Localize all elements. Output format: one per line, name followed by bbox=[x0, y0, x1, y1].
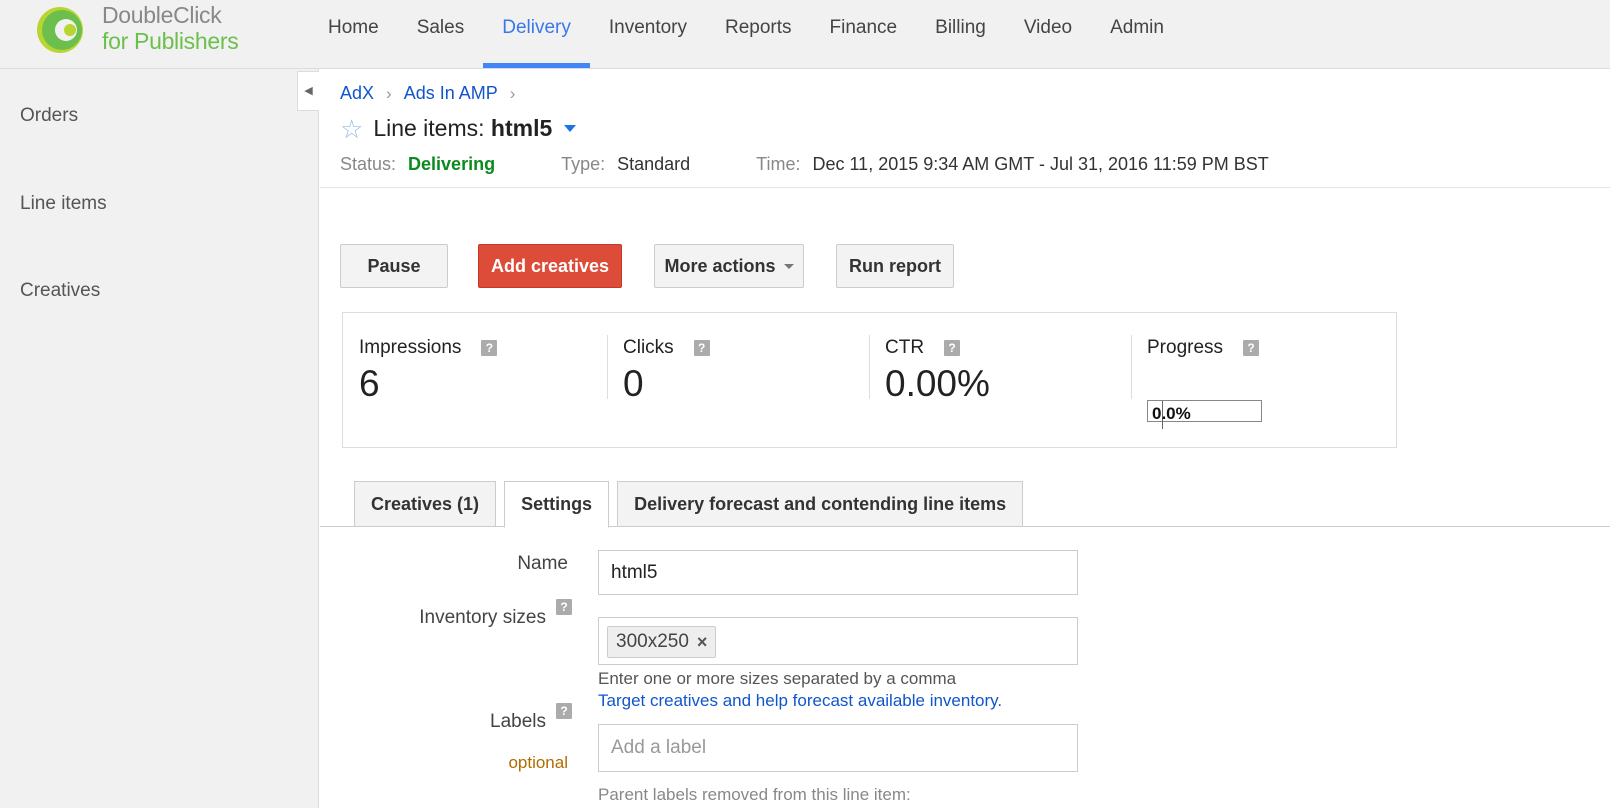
more-actions-label: More actions bbox=[664, 255, 776, 276]
size-chip-label: 300x250 bbox=[616, 631, 689, 652]
main-nav: Home Sales Delivery Inventory Reports Fi… bbox=[309, 0, 1183, 68]
nav-reports[interactable]: Reports bbox=[706, 0, 811, 68]
breadcrumb-separator: › bbox=[386, 83, 392, 103]
progress-value: 0.0% bbox=[1152, 404, 1191, 423]
app-logo[interactable]: DoubleClick for Publishers bbox=[30, 2, 270, 58]
ctr-label: CTR bbox=[885, 337, 925, 358]
labels-label: Labels ? bbox=[440, 703, 572, 733]
nav-billing[interactable]: Billing bbox=[916, 0, 1005, 68]
nav-sales[interactable]: Sales bbox=[398, 0, 484, 68]
breadcrumb-ads-in-amp[interactable]: Ads In AMP bbox=[404, 83, 498, 104]
run-report-button[interactable]: Run report bbox=[836, 244, 954, 288]
top-bar: DoubleClick for Publishers Home Sales De… bbox=[0, 0, 1610, 69]
title-name: html5 bbox=[490, 115, 553, 141]
stat-clicks: Clicks? 0 bbox=[607, 313, 869, 449]
impressions-value: 6 bbox=[359, 363, 380, 404]
title-prefix: Line items: bbox=[373, 115, 485, 141]
stat-impressions: Impressions? 6 bbox=[343, 313, 607, 449]
impressions-label: Impressions bbox=[359, 337, 462, 358]
name-label: Name bbox=[517, 553, 568, 574]
stats-panel: Impressions? 6 Clicks? 0 CTR? 0.00% Prog… bbox=[342, 312, 1397, 448]
inventory-sizes-field[interactable]: 300x250 × bbox=[598, 617, 1078, 665]
breadcrumb-separator: › bbox=[509, 83, 516, 103]
header-divider bbox=[320, 187, 1610, 188]
chevron-left-icon: ◀ bbox=[304, 85, 313, 97]
stat-ctr: CTR? 0.00% bbox=[869, 313, 1131, 449]
page-title-row: ☆ Line items: html5 bbox=[340, 115, 577, 142]
star-icon[interactable]: ☆ bbox=[340, 116, 363, 142]
logo-text: DoubleClick for Publishers bbox=[102, 2, 239, 54]
sidebar-collapse-button[interactable]: ◀ bbox=[297, 71, 319, 111]
sidebar-item-orders[interactable]: Orders bbox=[20, 105, 78, 127]
nav-delivery[interactable]: Delivery bbox=[483, 0, 590, 68]
nav-finance[interactable]: Finance bbox=[811, 0, 917, 68]
labels-text: Labels bbox=[490, 711, 546, 732]
breadcrumb: AdX › Ads In AMP › bbox=[340, 83, 527, 104]
inventory-sizes-hint: Enter one or more sizes separated by a c… bbox=[598, 669, 957, 688]
nav-home[interactable]: Home bbox=[309, 0, 398, 68]
title-dropdown-caret-icon[interactable] bbox=[564, 125, 577, 132]
labels-input[interactable] bbox=[598, 724, 1078, 772]
type-label: Type: bbox=[561, 154, 606, 174]
sidebar-item-creatives[interactable]: Creatives bbox=[20, 280, 100, 302]
size-chip: 300x250 × bbox=[607, 626, 717, 658]
stat-progress: Progress? 0.0% bbox=[1131, 313, 1396, 449]
name-input[interactable] bbox=[598, 550, 1078, 595]
nav-video[interactable]: Video bbox=[1005, 0, 1091, 68]
sidebar: Orders Line items Creatives bbox=[0, 69, 319, 808]
inventory-sizes-help-link[interactable]: Target creatives and help forecast avail… bbox=[598, 691, 1002, 711]
pause-button[interactable]: Pause bbox=[340, 244, 448, 288]
logo-line2: for Publishers bbox=[102, 28, 239, 54]
type-value: Standard bbox=[617, 154, 691, 174]
tab-creatives[interactable]: Creatives (1) bbox=[354, 481, 497, 527]
doubleclick-logo-icon bbox=[37, 7, 83, 53]
breadcrumb-adx[interactable]: AdX bbox=[340, 83, 374, 104]
sidebar-item-line-items[interactable]: Line items bbox=[20, 193, 107, 215]
time-value: Dec 11, 2015 9:34 AM GMT - Jul 31, 2016 … bbox=[812, 154, 1269, 174]
labels-optional-tag: optional bbox=[508, 753, 568, 772]
ctr-value: 0.00% bbox=[885, 363, 990, 404]
help-icon[interactable]: ? bbox=[556, 703, 572, 719]
status-row: Status: Delivering Type: Standard Time: … bbox=[340, 154, 1269, 175]
help-icon[interactable]: ? bbox=[481, 340, 498, 356]
status-value: Delivering bbox=[408, 154, 496, 174]
tab-delivery-forecast[interactable]: Delivery forecast and contending line it… bbox=[617, 481, 1024, 527]
inventory-sizes-label: Inventory sizes ? bbox=[380, 599, 572, 629]
nav-inventory[interactable]: Inventory bbox=[590, 0, 706, 68]
tab-bar: Creatives (1) Settings Delivery forecast… bbox=[354, 481, 1031, 528]
logo-line1: DoubleClick bbox=[102, 2, 222, 28]
help-icon[interactable]: ? bbox=[693, 340, 710, 356]
more-actions-button[interactable]: More actions bbox=[654, 244, 804, 288]
status-label: Status: bbox=[340, 154, 397, 174]
add-creatives-button[interactable]: Add creatives bbox=[478, 244, 622, 288]
tab-settings[interactable]: Settings bbox=[504, 481, 610, 528]
progress-bar: 0.0% bbox=[1147, 400, 1262, 429]
remove-chip-icon[interactable]: × bbox=[697, 632, 708, 653]
clicks-label: Clicks bbox=[623, 337, 674, 358]
caret-down-icon bbox=[783, 263, 794, 269]
nav-admin[interactable]: Admin bbox=[1091, 0, 1183, 68]
main-content: AdX › Ads In AMP › ☆ Line items: html5 S… bbox=[320, 69, 1610, 808]
inventory-sizes-text: Inventory sizes bbox=[419, 607, 546, 628]
progress-label: Progress bbox=[1147, 337, 1224, 358]
parent-labels-note: Parent labels removed from this line ite… bbox=[598, 785, 911, 804]
help-icon[interactable]: ? bbox=[944, 340, 961, 356]
help-icon[interactable]: ? bbox=[1243, 340, 1260, 356]
page-title: Line items: html5 bbox=[373, 115, 552, 142]
clicks-value: 0 bbox=[623, 363, 644, 404]
help-icon[interactable]: ? bbox=[556, 599, 572, 615]
time-label: Time: bbox=[756, 154, 801, 174]
